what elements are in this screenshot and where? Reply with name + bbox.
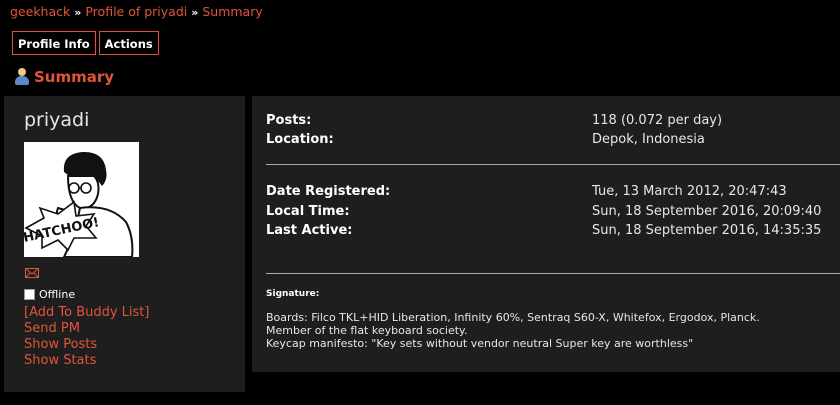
breadcrumb-separator: » (191, 6, 199, 19)
breadcrumb-separator: » (74, 6, 82, 19)
divider (266, 273, 840, 274)
add-buddy-link[interactable]: [Add To Buddy List] (24, 305, 149, 320)
profile-card: priyadi HATCHOO! Offline [Add To Buddy L… (4, 96, 245, 392)
user-icon (14, 68, 30, 86)
summary-heading: Summary (14, 68, 114, 86)
breadcrumb-link-geekhack[interactable]: geekhack (10, 4, 70, 19)
stat-label: Posts: (266, 113, 312, 128)
summary-title: Summary (34, 68, 115, 86)
show-stats-link[interactable]: Show Stats (24, 353, 96, 368)
stat-value: 118 (0.072 per day) (592, 113, 723, 128)
signature-line: Member of the flat keyboard society. (266, 324, 468, 337)
breadcrumb: geekhack» Profile of priyadi» Summary (10, 4, 263, 19)
signature-line: Boards: Filco TKL+HID Liberation, Infini… (266, 311, 760, 324)
avatar-illustration: HATCHOO! (22, 142, 139, 258)
tab-actions[interactable]: Actions (98, 31, 159, 55)
signature-text: Boards: Filco TKL+HID Liberation, Infini… (266, 311, 760, 350)
stat-label: Local Time: (266, 204, 350, 219)
username: priyadi (24, 109, 90, 131)
stat-value: Tue, 13 March 2012, 20:47:43 (592, 184, 787, 199)
profile-action-links: [Add To Buddy List] Send PM Show Posts S… (24, 305, 149, 369)
stat-value: Sun, 18 September 2016, 14:35:35 (592, 223, 822, 238)
signature-label: Signature: (266, 289, 320, 299)
send-pm-link[interactable]: Send PM (24, 321, 80, 336)
stat-label: Last Active: (266, 223, 353, 238)
status-indicator-icon (24, 289, 35, 300)
avatar: HATCHOO! (22, 142, 139, 258)
status-label: Offline (39, 288, 76, 301)
stat-value: Sun, 18 September 2016, 20:09:40 (592, 204, 822, 219)
profile-tabs: Profile Info Actions (12, 31, 159, 55)
envelope-icon[interactable] (25, 268, 39, 278)
breadcrumb-link-summary[interactable]: Summary (202, 4, 262, 19)
tab-profile-info[interactable]: Profile Info (12, 31, 96, 55)
breadcrumb-link-profile[interactable]: Profile of priyadi (85, 4, 187, 19)
divider (266, 164, 840, 165)
online-status: Offline (24, 288, 75, 301)
show-posts-link[interactable]: Show Posts (24, 337, 97, 352)
profile-details: Posts: 118 (0.072 per day) Location: Dep… (252, 96, 840, 372)
stat-label: Date Registered: (266, 184, 391, 199)
stat-label: Location: (266, 132, 334, 147)
stat-value: Depok, Indonesia (592, 132, 705, 147)
signature-line: Keycap manifesto: "Key sets without vend… (266, 337, 694, 350)
